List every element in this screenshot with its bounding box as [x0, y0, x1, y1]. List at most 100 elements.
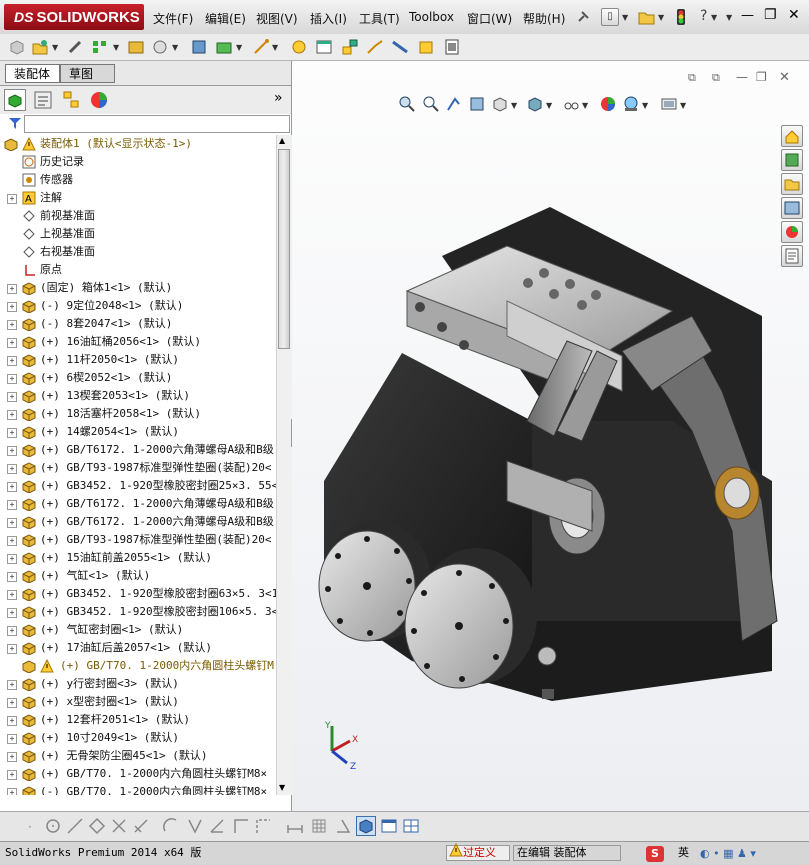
expand-toggle-icon[interactable]: +	[7, 392, 17, 402]
appearances-scenes-icon[interactable]	[781, 221, 803, 243]
angle-icon[interactable]	[334, 817, 352, 838]
tree-item[interactable]: + (+) 15油缸前盖2055<1> (默认)	[0, 549, 276, 567]
design-library-icon[interactable]	[781, 149, 803, 171]
tree-item[interactable]: 上视基准面	[0, 225, 276, 243]
mate-icon[interactable]	[67, 39, 83, 58]
menu-toolbox[interactable]: Toolbox	[409, 10, 454, 24]
help-icon[interactable]: ?	[700, 8, 707, 24]
graphics-area[interactable]: ⧉ ⧉ — ❐ ✕ ▼ ▼ ▼ ▼ ▼ Y X Z	[292, 61, 809, 811]
reference-geometry-icon[interactable]	[252, 38, 270, 59]
display-manager-tab-icon[interactable]	[88, 89, 110, 114]
minimize-window-icon[interactable]: —	[741, 8, 754, 23]
expand-toggle-icon[interactable]: +	[7, 608, 17, 618]
pin-icon[interactable]	[575, 9, 591, 28]
point-icon[interactable]: ·	[28, 820, 32, 834]
expand-toggle-icon[interactable]: +	[7, 428, 17, 438]
component-icon[interactable]	[8, 38, 26, 59]
solidworks-logo[interactable]: DS SOLIDWORKS	[4, 4, 144, 30]
show-hidden-components-icon[interactable]	[190, 38, 208, 59]
fillet-icon[interactable]	[208, 817, 226, 838]
tree-item[interactable]: (+) GB/T70. 1-2000内六角圆柱头螺钉M	[0, 657, 276, 675]
menu-tools[interactable]: 工具(T)	[359, 10, 400, 27]
menu-help[interactable]: 帮助(H)	[523, 10, 565, 27]
offset-icon[interactable]	[162, 817, 180, 838]
tree-item[interactable]: + (+) 无骨架防尘圈45<1> (默认)	[0, 747, 276, 765]
overdefined-status[interactable]: 过定义	[446, 842, 510, 861]
pattern-dropdown-icon[interactable]: ▼	[113, 43, 119, 52]
tree-item[interactable]: + (+) 气缸<1> (默认)	[0, 567, 276, 585]
3d-sketch-icon[interactable]	[356, 816, 376, 836]
tree-item[interactable]: + (固定) 箱体1<1> (默认)	[0, 279, 276, 297]
expand-toggle-icon[interactable]: +	[7, 464, 17, 474]
tree-item[interactable]: + (+) y行密封圈<3> (默认)	[0, 675, 276, 693]
rebuild-traffic-light-icon[interactable]	[676, 8, 686, 29]
expand-toggle-icon[interactable]: +	[7, 500, 17, 510]
tree-item[interactable]: + (+) 14螺2054<1> (默认)	[0, 423, 276, 441]
expand-toggle-icon[interactable]: +	[7, 554, 17, 564]
tree-scrollbar[interactable]: ▲ ▼	[276, 135, 292, 795]
tree-item[interactable]: + (+) x型密封圈<1> (默认)	[0, 693, 276, 711]
menu-insert[interactable]: 插入(I)	[310, 10, 347, 27]
tree-item[interactable]: 原点	[0, 261, 276, 279]
expand-toggle-icon[interactable]: +	[7, 626, 17, 636]
line-icon[interactable]	[66, 817, 84, 838]
tab-assembly[interactable]: 装配体	[5, 64, 60, 83]
tree-item[interactable]: + (+) GB3452. 1-920型橡胶密封圈25×3. 55<	[0, 477, 276, 495]
expand-toggle-icon[interactable]: +	[7, 356, 17, 366]
expand-toggle-icon[interactable]: +	[7, 752, 17, 762]
tree-item[interactable]: + (+) 12套杆2051<1> (默认)	[0, 711, 276, 729]
tree-item[interactable]: + (+) 10寸2049<1> (默认)	[0, 729, 276, 747]
close-window-icon[interactable]: ✕	[788, 7, 800, 23]
expand-toggle-icon[interactable]: +	[7, 446, 17, 456]
tree-item[interactable]: + A 注解	[0, 189, 276, 207]
expand-toggle-icon[interactable]: +	[7, 572, 17, 582]
expand-panel-icon[interactable]: »	[274, 90, 283, 106]
property-manager-tab-icon[interactable]	[32, 89, 54, 114]
new-motion-study-icon[interactable]	[290, 38, 308, 59]
dimension-icon[interactable]	[286, 817, 304, 838]
assembly-3d-model[interactable]: Y X Z	[292, 61, 809, 811]
ime-tools-icons[interactable]: ◐ • ▦ ♟ ▾	[700, 847, 800, 861]
custom-properties-icon[interactable]	[781, 245, 803, 267]
expand-toggle-icon[interactable]: +	[7, 194, 17, 204]
menu-window[interactable]: 窗口(W)	[467, 10, 512, 27]
rectangle-icon[interactable]	[88, 817, 106, 838]
expand-toggle-icon[interactable]: +	[7, 302, 17, 312]
tree-item[interactable]: + (+) 18活塞杆2058<1> (默认)	[0, 405, 276, 423]
view-palette-icon[interactable]	[781, 197, 803, 219]
insert-components-icon[interactable]	[31, 38, 49, 59]
help-dropdown-icon[interactable]: ▼	[711, 13, 717, 22]
circle-icon[interactable]	[44, 817, 62, 838]
instant3d-icon[interactable]	[417, 38, 435, 59]
trim-icon[interactable]	[110, 817, 128, 838]
linear-pattern-icon[interactable]	[91, 38, 109, 59]
restore-window-icon[interactable]: ❐	[764, 7, 777, 23]
new-dropdown-icon[interactable]: ▼	[622, 13, 628, 22]
expand-toggle-icon[interactable]: +	[7, 716, 17, 726]
tab-sketch[interactable]: 草图	[60, 64, 115, 83]
bill-of-materials-icon[interactable]	[315, 38, 333, 59]
expand-toggle-icon[interactable]: +	[7, 320, 17, 330]
tree-item[interactable]: + (+) 17油缸后盖2057<1> (默认)	[0, 639, 276, 657]
tree-item[interactable]: + (-) 9定位2048<1> (默认)	[0, 297, 276, 315]
tree-root[interactable]: 装配体1 (默认<显示状态-1>)	[0, 135, 276, 153]
expand-toggle-icon[interactable]: +	[7, 482, 17, 492]
construction-icon[interactable]	[254, 817, 272, 838]
move-dropdown-icon[interactable]: ▼	[172, 43, 178, 52]
filter-icon[interactable]	[8, 116, 22, 133]
tree-item[interactable]: + (-) GB/T70. 1-2000内六角圆柱头螺钉M8×	[0, 783, 276, 795]
single-view-icon[interactable]	[380, 817, 398, 838]
menu-file[interactable]: 文件(F)	[153, 10, 193, 27]
interference-detection-icon[interactable]	[391, 38, 409, 59]
filter-input[interactable]	[24, 115, 290, 133]
expand-toggle-icon[interactable]: +	[7, 788, 17, 795]
tree-item[interactable]: 前视基准面	[0, 207, 276, 225]
tree-item[interactable]: + (-) 8套2047<1> (默认)	[0, 315, 276, 333]
tree-item[interactable]: + (+) GB/T93-1987标准型弹性垫圈(装配)20<	[0, 459, 276, 477]
tree-item[interactable]: + (+) 气缸密封圈<1> (默认)	[0, 621, 276, 639]
extend-icon[interactable]	[132, 817, 150, 838]
tree-item[interactable]: + (+) 16油缸桶2056<1> (默认)	[0, 333, 276, 351]
exploded-view-icon[interactable]	[341, 38, 359, 59]
tree-item[interactable]: 传感器	[0, 171, 276, 189]
expand-toggle-icon[interactable]: +	[7, 518, 17, 528]
